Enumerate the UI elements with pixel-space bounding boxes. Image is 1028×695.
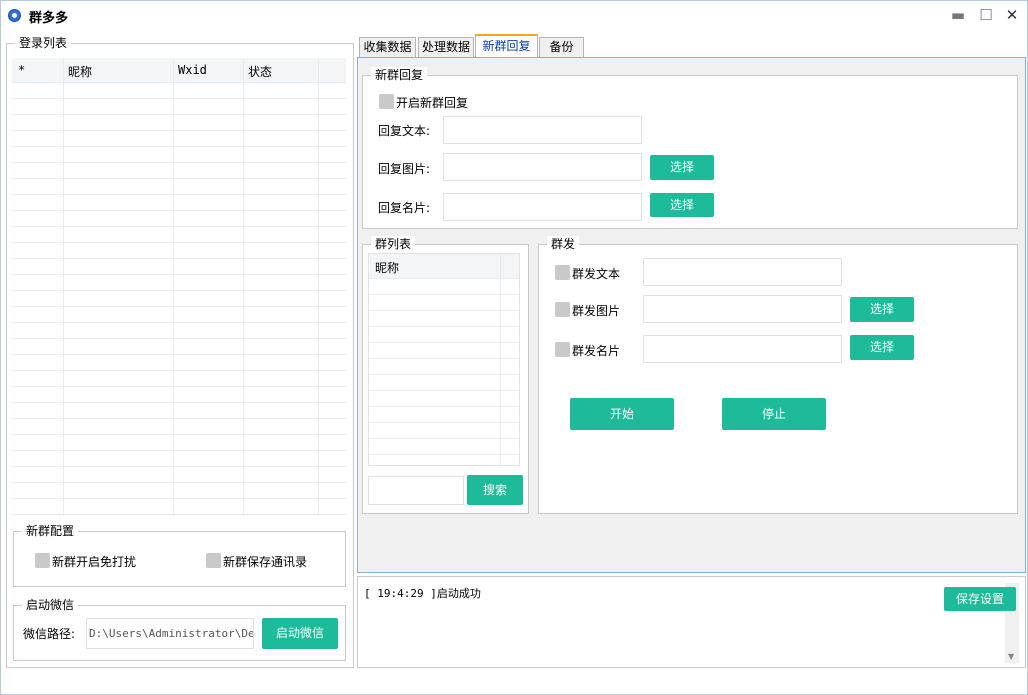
col-status[interactable]: 状态	[248, 63, 272, 80]
grid-col-line	[500, 254, 501, 465]
grid-col-line	[173, 58, 174, 516]
reply-image-label: 回复图片:	[378, 162, 431, 176]
login-list-table[interactable]: * 昵称 Wxid 状态	[12, 58, 346, 516]
wechat-path-input[interactable]: D:\Users\Administrator\Deskt	[86, 618, 254, 649]
scroll-down-icon[interactable]: ▼	[1008, 652, 1014, 661]
close-button[interactable]: ✕	[1001, 5, 1023, 25]
save-settings-button[interactable]: 保存设置	[944, 587, 1016, 611]
grid-row-line	[369, 326, 519, 327]
no-disturb-checkbox[interactable]: 新群开启免打扰	[35, 552, 155, 570]
checkbox-box[interactable]	[555, 265, 570, 280]
mass-card-input[interactable]	[643, 335, 842, 363]
grid-row-line	[369, 374, 519, 375]
reply-text-input[interactable]	[443, 116, 642, 144]
checkbox-box[interactable]	[555, 342, 570, 357]
group-search-button[interactable]: 搜索	[467, 475, 523, 505]
tab-new-group-reply[interactable]: 新群回复	[475, 34, 538, 58]
new-group-reply-legend: 新群回复	[371, 67, 428, 83]
wechat-path-value: D:\Users\Administrator\Deskt	[89, 627, 254, 640]
grid-row-line	[369, 438, 519, 439]
mass-send-legend: 群发	[547, 236, 580, 252]
grid-col-line	[63, 58, 64, 516]
stop-button[interactable]: 停止	[722, 398, 826, 430]
launch-wechat-button[interactable]: 启动微信	[262, 618, 338, 649]
reply-image-select-button[interactable]: 选择	[650, 155, 714, 180]
maximize-button[interactable]: ☐	[975, 5, 997, 25]
login-list-legend: 登录列表	[15, 35, 72, 51]
save-contacts-label: 新群保存通讯录	[223, 555, 308, 569]
group-list-header: 昵称	[369, 254, 519, 278]
window-title: 群多多	[29, 11, 69, 26]
minimize-button[interactable]: ▬	[947, 5, 969, 25]
grid-row-line	[369, 294, 519, 295]
col-wxid[interactable]: Wxid	[178, 63, 207, 77]
grid-col-line	[318, 58, 319, 516]
col-index[interactable]: *	[18, 63, 25, 77]
grid-row-line	[369, 342, 519, 343]
app-logo-icon	[8, 9, 21, 22]
reply-image-input[interactable]	[443, 153, 642, 181]
log-panel: [ 19:4:29 ]启动成功 ▼ 保存设置	[357, 576, 1026, 668]
grid-row-line	[369, 454, 519, 455]
grid-row-line	[369, 310, 519, 311]
tab-collect-data[interactable]: 收集数据	[359, 37, 416, 57]
launch-wechat-legend: 启动微信	[22, 597, 79, 613]
mass-image-select-button[interactable]: 选择	[850, 297, 914, 322]
col-nickname[interactable]: 昵称	[68, 63, 92, 80]
grid-row-line	[369, 422, 519, 423]
mass-image-input[interactable]	[643, 295, 842, 323]
no-disturb-label: 新群开启免打扰	[52, 555, 137, 569]
mass-image-checkbox[interactable]: 群发图片	[555, 301, 635, 319]
reply-text-label: 回复文本:	[378, 124, 431, 138]
checkbox-box[interactable]	[206, 553, 221, 568]
tab-panel-new-group-reply: 新群回复 开启新群回复 回复文本: 回复图片: 选择 回复名片: 选择 群列表 …	[357, 57, 1026, 573]
grid-row-line	[369, 358, 519, 359]
mass-text-input[interactable]	[643, 258, 842, 286]
wechat-path-label: 微信路径:	[23, 627, 76, 641]
checkbox-box[interactable]	[555, 302, 570, 317]
group-list-legend: 群列表	[371, 236, 416, 252]
grid-col-line	[243, 58, 244, 516]
tab-process-data[interactable]: 处理数据	[418, 37, 474, 57]
main-window: 群多多 ▬ ☐ ✕ 登录列表 * 昵称 Wxid 状态 新群配置 新群开启免打扰…	[0, 0, 1028, 695]
enable-reply-label: 开启新群回复	[396, 96, 469, 110]
title-bar: 群多多 ▬ ☐ ✕	[1, 1, 1027, 31]
mass-image-label: 群发图片	[572, 304, 621, 318]
start-button[interactable]: 开始	[570, 398, 674, 430]
mass-card-checkbox[interactable]: 群发名片	[555, 341, 635, 359]
reply-card-label: 回复名片:	[378, 201, 431, 215]
save-contacts-checkbox[interactable]: 新群保存通讯录	[206, 552, 326, 570]
mass-card-select-button[interactable]: 选择	[850, 335, 914, 360]
grid-row-line	[369, 406, 519, 407]
enable-reply-checkbox[interactable]: 开启新群回复	[379, 93, 489, 111]
mass-text-checkbox[interactable]: 群发文本	[555, 264, 635, 282]
group-list-table[interactable]: 昵称	[368, 253, 520, 466]
checkbox-box[interactable]	[35, 553, 50, 568]
log-line: [ 19:4:29 ]启动成功	[364, 587, 481, 600]
reply-card-select-button[interactable]: 选择	[650, 193, 714, 217]
reply-card-input[interactable]	[443, 193, 642, 221]
group-search-input[interactable]	[368, 476, 464, 505]
grid-row-line	[369, 390, 519, 391]
tab-backup[interactable]: 备份	[539, 37, 584, 57]
mass-text-label: 群发文本	[572, 267, 621, 281]
col-group-nickname[interactable]: 昵称	[375, 259, 399, 276]
checkbox-box[interactable]	[379, 94, 394, 109]
mass-card-label: 群发名片	[572, 344, 621, 358]
new-group-config-legend: 新群配置	[22, 523, 79, 539]
log-textarea[interactable]: [ 19:4:29 ]启动成功	[362, 583, 1002, 661]
grid-row-line	[369, 278, 519, 279]
